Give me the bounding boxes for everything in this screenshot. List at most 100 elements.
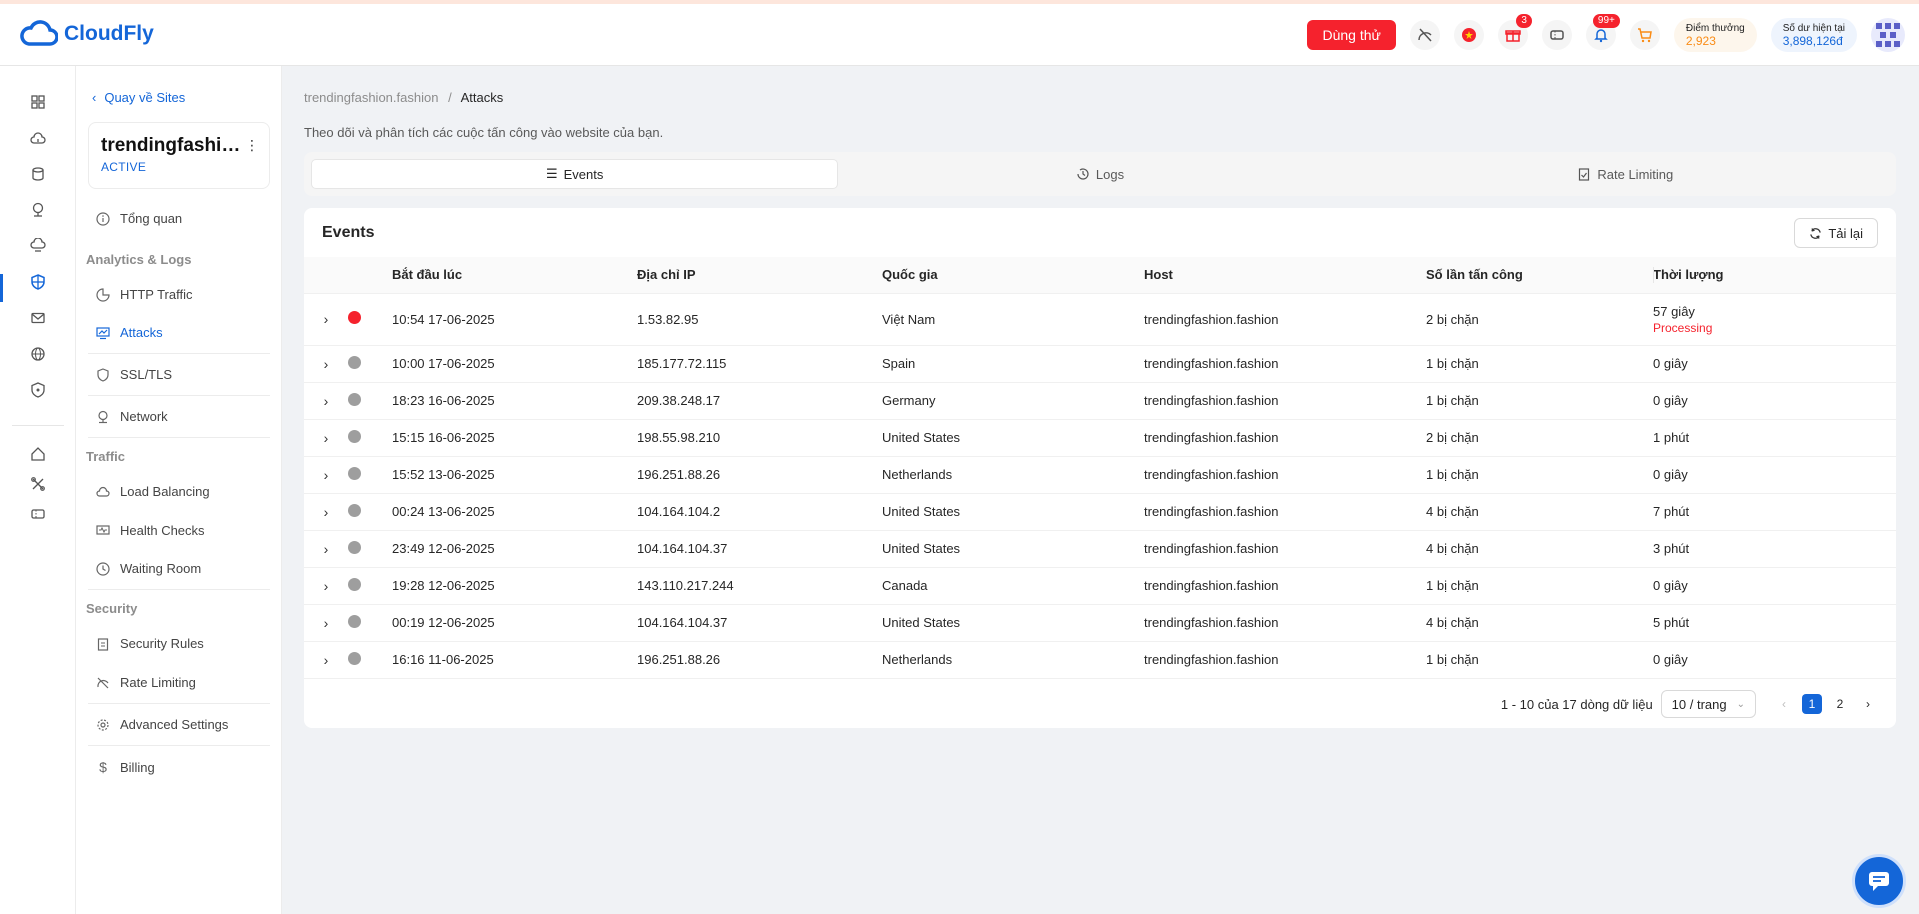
next-page-button[interactable]: › bbox=[1858, 694, 1878, 714]
gift-icon bbox=[1505, 30, 1521, 42]
sidebar-divider bbox=[88, 703, 270, 704]
reload-button[interactable]: Tải lại bbox=[1794, 218, 1878, 248]
account-balance[interactable]: Số dư hiện tại 3,898,126đ bbox=[1770, 18, 1857, 52]
sidebar-item-load-balancing[interactable]: Load Balancing bbox=[96, 484, 210, 499]
site-sidebar: ‹ Quay về Sites trendingfashion.fashion … bbox=[76, 66, 282, 914]
rail-cloud-server[interactable] bbox=[24, 232, 52, 260]
sidebar-item-overview[interactable]: Tổng quan bbox=[96, 211, 182, 226]
reward-points[interactable]: Điểm thưởng 2,923 bbox=[1673, 18, 1757, 52]
cell-host: trendingfashion.fashion bbox=[1144, 456, 1426, 494]
rail-email[interactable] bbox=[24, 304, 52, 332]
gift-badge: 3 bbox=[1516, 14, 1532, 28]
sidebar-item-security-rules[interactable]: Security Rules bbox=[96, 636, 204, 651]
cell-start-time: 16:16 11-06-2025 bbox=[392, 641, 637, 679]
www-globe-icon bbox=[31, 347, 45, 361]
chevron-right-icon: › bbox=[323, 614, 329, 631]
page-size-select[interactable]: 10 / trang ⌄ bbox=[1660, 690, 1756, 718]
prev-page-button[interactable]: ‹ bbox=[1774, 694, 1794, 714]
expand-row-button[interactable]: › bbox=[304, 604, 348, 642]
reload-label: Tải lại bbox=[1828, 225, 1863, 241]
table-row[interactable]: › 00:24 13-06-2025 104.164.104.2 United … bbox=[304, 493, 1896, 531]
sidebar-item-attacks[interactable]: Attacks bbox=[96, 325, 163, 340]
expand-row-button[interactable]: › bbox=[304, 493, 348, 531]
table-row[interactable]: › 00:19 12-06-2025 104.164.104.37 United… bbox=[304, 604, 1896, 642]
globe-network-icon bbox=[32, 202, 44, 217]
rail-security[interactable] bbox=[24, 268, 52, 296]
chevron-right-icon: › bbox=[323, 429, 329, 446]
brand-logo[interactable]: CloudFly bbox=[20, 20, 154, 48]
expand-row-button[interactable]: › bbox=[304, 567, 348, 605]
rail-tools[interactable] bbox=[24, 470, 52, 498]
status-cell bbox=[348, 567, 392, 605]
cell-host: trendingfashion.fashion bbox=[1144, 530, 1426, 568]
rail-shield[interactable] bbox=[24, 376, 52, 404]
table-row[interactable]: › 18:23 16-06-2025 209.38.248.17 Germany… bbox=[304, 382, 1896, 420]
cell-duration: 0 giây bbox=[1653, 641, 1896, 679]
rail-www[interactable] bbox=[24, 340, 52, 368]
expand-row-button[interactable]: › bbox=[304, 641, 348, 679]
gift-button[interactable]: 3 bbox=[1497, 14, 1532, 50]
table-row[interactable]: › 10:00 17-06-2025 185.177.72.115 Spain … bbox=[304, 345, 1896, 383]
monitor-chart-icon bbox=[96, 326, 110, 339]
status-dot-inactive bbox=[348, 392, 361, 406]
rail-voucher[interactable] bbox=[24, 500, 52, 528]
sidebar-item-health-checks[interactable]: Health Checks bbox=[96, 523, 205, 538]
sidebar-item-waiting-room[interactable]: Waiting Room bbox=[96, 561, 201, 576]
cell-duration: 0 giây bbox=[1653, 456, 1896, 494]
page-2-button[interactable]: 2 bbox=[1830, 694, 1850, 714]
rail-database[interactable] bbox=[24, 160, 52, 188]
chevron-left-icon: ‹ bbox=[92, 90, 97, 105]
rail-home-settings[interactable] bbox=[24, 440, 52, 468]
user-avatar[interactable] bbox=[1871, 18, 1905, 52]
sidebar-item-rate-limiting[interactable]: Rate Limiting bbox=[96, 675, 196, 690]
vietnam-flag-button[interactable] bbox=[1453, 20, 1484, 50]
table-row[interactable]: › 15:15 16-06-2025 198.55.98.210 United … bbox=[304, 419, 1896, 457]
status-cell bbox=[348, 419, 392, 457]
expand-row-button[interactable]: › bbox=[304, 530, 348, 568]
tab-rate-limiting[interactable]: Rate Limiting bbox=[1363, 160, 1888, 188]
database-icon bbox=[32, 167, 44, 181]
cell-attack-count: 1 bị chặn bbox=[1426, 382, 1653, 420]
table-row[interactable]: › 23:49 12-06-2025 104.164.104.37 United… bbox=[304, 530, 1896, 568]
table-row[interactable]: › 19:28 12-06-2025 143.110.217.244 Canad… bbox=[304, 567, 1896, 605]
network-globe-icon bbox=[98, 410, 108, 423]
breadcrumb-site-link[interactable]: trendingfashion.fashion bbox=[304, 90, 438, 105]
table-row[interactable]: › 10:54 17-06-2025 1.53.82.95 Việt Nam t… bbox=[304, 293, 1896, 346]
notification-button[interactable]: 99+ bbox=[1585, 14, 1620, 50]
expand-row-button[interactable]: › bbox=[304, 456, 348, 494]
kebab-menu-icon[interactable]: ⋮ bbox=[245, 137, 259, 154]
tab-logs[interactable]: Logs bbox=[837, 160, 1362, 188]
speed-limit-icon bbox=[97, 677, 109, 688]
page-1-button[interactable]: 1 bbox=[1802, 694, 1822, 714]
cell-host: trendingfashion.fashion bbox=[1144, 382, 1426, 420]
ticket-button[interactable] bbox=[1541, 20, 1572, 50]
back-to-sites-link[interactable]: ‹ Quay về Sites bbox=[92, 90, 185, 105]
expand-row-button[interactable]: › bbox=[304, 419, 348, 457]
reward-points-label: Điểm thưởng bbox=[1685, 22, 1745, 34]
sidebar-divider bbox=[88, 395, 270, 396]
table-row[interactable]: › 15:52 13-06-2025 196.251.88.26 Netherl… bbox=[304, 456, 1896, 494]
speed-off-button[interactable] bbox=[1409, 20, 1440, 50]
sidebar-item-network[interactable]: Network bbox=[96, 409, 168, 424]
expand-row-button[interactable]: › bbox=[304, 293, 348, 346]
expand-row-button[interactable]: › bbox=[304, 382, 348, 420]
chat-support-button[interactable] bbox=[1852, 854, 1906, 908]
rail-cloud-upload[interactable] bbox=[24, 124, 52, 152]
tab-events[interactable]: ☰ Events bbox=[312, 160, 838, 188]
sidebar-item-http-traffic[interactable]: HTTP Traffic bbox=[96, 287, 192, 302]
sidebar-item-billing[interactable]: $ Billing bbox=[96, 759, 155, 775]
cart-button[interactable] bbox=[1629, 20, 1660, 50]
rail-globe-network[interactable] bbox=[24, 196, 52, 224]
sidebar-item-ssl-tls[interactable]: SSL/TLS bbox=[96, 367, 172, 382]
sidebar-item-advanced-settings[interactable]: Advanced Settings bbox=[96, 717, 228, 732]
expand-row-button[interactable]: › bbox=[304, 345, 348, 383]
cell-country: Spain bbox=[882, 345, 1144, 383]
column-country: Quốc gia bbox=[882, 257, 1144, 294]
rail-dashboard[interactable] bbox=[24, 88, 52, 116]
trial-button[interactable]: Dùng thử bbox=[1307, 20, 1396, 50]
cloud-upload-icon bbox=[96, 486, 110, 497]
table-row[interactable]: › 16:16 11-06-2025 196.251.88.26 Netherl… bbox=[304, 641, 1896, 679]
table-header-row: Bắt đầu lúc Địa chỉ IP Quốc gia Host Số … bbox=[304, 257, 1896, 294]
cell-attack-count: 4 bị chặn bbox=[1426, 530, 1653, 568]
chevron-right-icon: › bbox=[323, 540, 329, 557]
